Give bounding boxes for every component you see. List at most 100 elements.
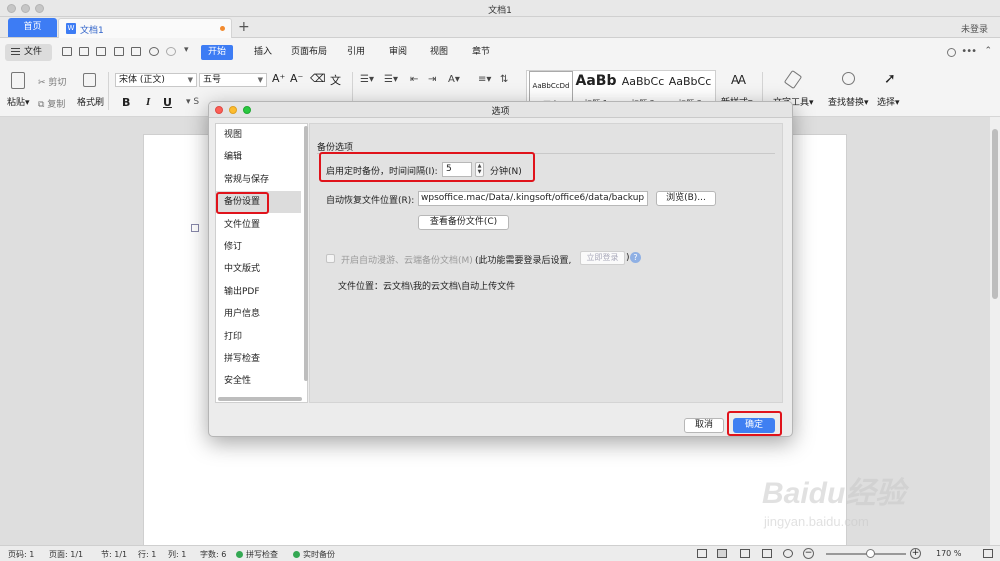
paste-icon[interactable] — [11, 72, 25, 89]
font-size-value: 五号 — [203, 75, 222, 85]
format-painter-icon[interactable] — [83, 73, 96, 87]
nav-item-general-save[interactable]: 常规与保存 — [216, 169, 301, 191]
tab-home[interactable]: 首页 — [8, 18, 57, 37]
tab-insert[interactable]: 插入 — [247, 45, 279, 60]
file-menu-button[interactable]: 文件 — [5, 44, 52, 61]
nav-item-revision[interactable]: 修订 — [216, 236, 301, 258]
web-view-icon[interactable] — [762, 549, 772, 558]
line-spacing-icon[interactable]: ≡▾ — [478, 74, 491, 85]
select-label: 选择 — [877, 98, 896, 108]
page-view-icon[interactable] — [717, 549, 727, 558]
status-section: 节: 1/1 — [101, 550, 128, 559]
zoom-level[interactable]: 170 % — [936, 549, 961, 558]
nav-item-file-location[interactable]: 文件位置 — [216, 214, 301, 236]
italic-button[interactable]: I — [146, 96, 150, 108]
nav-item-user-info[interactable]: 用户信息 — [216, 303, 301, 325]
find-replace-button[interactable]: 查找替换▾ — [828, 95, 869, 108]
font-name-select[interactable]: 宋体 (正文) ▼ — [115, 73, 197, 87]
zoom-in-button[interactable]: + — [910, 548, 921, 559]
copy-button[interactable]: ⧉ 复制 — [38, 97, 65, 110]
cloud-roaming-checkbox[interactable] — [326, 254, 335, 263]
tab-document-label: 文档1 — [80, 26, 104, 36]
live-backup-toggle[interactable]: 实时备份 — [293, 549, 335, 560]
help-icon[interactable]: ? — [630, 252, 641, 263]
numbered-list-icon[interactable]: ☰▾ — [384, 74, 398, 85]
login-status[interactable]: 未登录 — [961, 22, 988, 35]
chevron-down-icon: ▼ — [187, 76, 193, 84]
indent-icon[interactable]: ⇤ — [410, 74, 418, 85]
select-button[interactable]: 选择▾ — [877, 95, 900, 108]
nav-item-security[interactable]: 安全性 — [216, 370, 301, 392]
customize-toolbar-icon[interactable]: ▾ — [184, 45, 194, 55]
status-word-count[interactable]: 字数: 6 — [200, 549, 226, 560]
nav-item-spell-check[interactable]: 拼写检查 — [216, 348, 301, 370]
fullscreen-icon[interactable] — [983, 549, 993, 558]
status-row: 行: 1 — [138, 550, 157, 559]
nav-scrollbar[interactable] — [304, 126, 308, 381]
scrollbar-thumb[interactable] — [992, 129, 998, 299]
highlight-backup-nav — [216, 192, 269, 214]
tab-chapter[interactable]: 章节 — [465, 45, 497, 60]
strikethrough-icon[interactable]: ▾ S — [186, 97, 199, 107]
export-pdf-icon[interactable] — [96, 47, 106, 56]
bullet-list-icon[interactable]: ☰▾ — [360, 74, 374, 85]
tab-review[interactable]: 审阅 — [382, 45, 414, 60]
browse-button[interactable]: 浏览(B)... — [656, 191, 716, 206]
outline-view-icon[interactable] — [740, 549, 750, 558]
open-folder-icon[interactable] — [62, 47, 72, 56]
style-sample: AaBbCc — [668, 75, 712, 88]
more-icon[interactable]: ••• — [961, 46, 977, 57]
share-icon[interactable] — [947, 48, 956, 57]
format-painter-label[interactable]: 格式刷 — [77, 95, 104, 108]
bold-button[interactable]: B — [122, 96, 130, 109]
print-preview-icon[interactable] — [131, 47, 141, 56]
outdent-icon[interactable]: ⇥ — [428, 74, 436, 85]
spell-check-toggle[interactable]: 拼写检查 — [236, 549, 278, 560]
phonetic-icon[interactable]: 文 — [330, 72, 341, 88]
status-page-number: 页码: 1 — [8, 550, 35, 559]
font-size-select[interactable]: 五号 ▼ — [199, 73, 267, 87]
tab-page-layout[interactable]: 页面布局 — [284, 45, 334, 60]
shrink-font-icon[interactable]: A⁻ — [290, 72, 303, 85]
text-direction-icon[interactable]: A▾ — [448, 74, 460, 85]
cut-button[interactable]: ✂ 剪切 — [38, 75, 66, 88]
print-icon[interactable] — [114, 47, 124, 56]
redo-icon[interactable] — [166, 47, 176, 56]
nav-item-chinese-layout[interactable]: 中文版式 — [216, 258, 301, 280]
save-icon[interactable] — [79, 47, 89, 56]
eye-protection-icon[interactable] — [783, 549, 793, 558]
sort-icon[interactable]: ⇅ — [500, 74, 508, 85]
grow-font-icon[interactable]: A⁺ — [272, 72, 285, 85]
tab-references[interactable]: 引用 — [340, 45, 372, 60]
view-backup-files-button[interactable]: 查看备份文件(C) — [418, 215, 509, 230]
nav-item-print[interactable]: 打印 — [216, 326, 301, 348]
clear-format-icon[interactable]: ⌫ — [310, 72, 326, 85]
login-now-button[interactable]: 立即登录 — [580, 251, 625, 265]
tab-start[interactable]: 开始 — [201, 45, 234, 60]
cursor-icon[interactable]: ➚ — [884, 71, 896, 87]
autorecover-path-field[interactable]: wpsoffice.mac/Data/.kingsoft/office6/dat… — [418, 191, 648, 206]
new-style-icon[interactable]: Ꜳ — [731, 73, 746, 87]
cancel-button[interactable]: 取消 — [684, 418, 724, 433]
wrench-icon[interactable] — [783, 69, 803, 90]
tab-view[interactable]: 视图 — [423, 45, 455, 60]
underline-button[interactable]: U — [163, 96, 172, 109]
status-column: 列: 1 — [168, 550, 187, 559]
nav-item-export-pdf[interactable]: 输出PDF — [216, 281, 301, 303]
zoom-slider-knob[interactable] — [866, 549, 875, 558]
spell-check-label: 拼写检查 — [246, 550, 278, 559]
fit-page-icon[interactable] — [697, 549, 707, 558]
nav-item-view[interactable]: 视图 — [216, 124, 301, 146]
nav-horizontal-scrollbar[interactable] — [218, 397, 302, 401]
undo-icon[interactable] — [149, 47, 159, 56]
new-tab-button[interactable]: + — [238, 18, 250, 36]
collapse-ribbon-icon[interactable]: ⌃ — [984, 46, 992, 56]
vertical-scrollbar[interactable] — [990, 117, 1000, 545]
paste-button[interactable]: 粘贴▾ — [7, 95, 30, 108]
hamburger-icon — [11, 48, 20, 55]
search-icon[interactable] — [842, 72, 855, 85]
zoom-out-button[interactable]: − — [803, 548, 814, 559]
tab-document[interactable]: W 文档1 — [58, 18, 232, 38]
nav-item-edit[interactable]: 编辑 — [216, 146, 301, 168]
paste-label: 粘贴 — [7, 98, 26, 108]
